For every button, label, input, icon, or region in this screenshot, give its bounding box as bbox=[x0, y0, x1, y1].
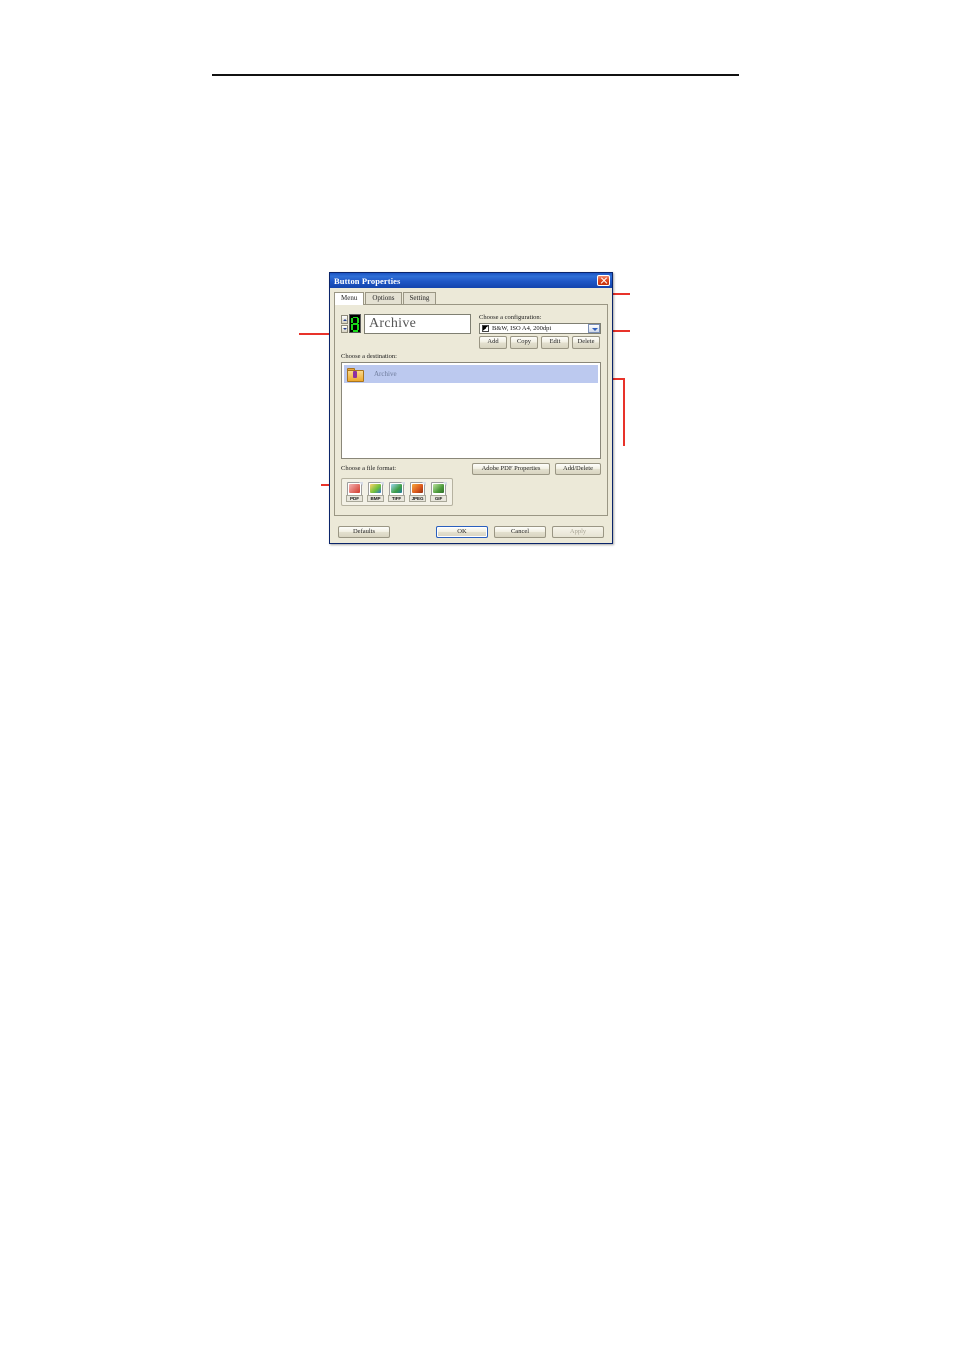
add-configuration-button[interactable]: Add bbox=[479, 336, 507, 349]
stepper-down-icon[interactable] bbox=[341, 324, 348, 333]
adobe-pdf-properties-button[interactable]: Adobe PDF Properties bbox=[472, 462, 550, 475]
page-header-rule bbox=[212, 74, 739, 76]
defaults-button[interactable]: Defaults bbox=[338, 525, 390, 539]
ok-button[interactable]: OK bbox=[436, 525, 488, 539]
apply-button: Apply bbox=[552, 525, 604, 539]
tab-setting[interactable]: Setting bbox=[402, 292, 437, 304]
configuration-button-row: Add Copy Edit Delete bbox=[479, 336, 601, 349]
configuration-dropdown[interactable]: B&W, ISO A4, 200dpi bbox=[479, 323, 601, 334]
configuration-block: Choose a configuration: B&W, ISO A4, 200… bbox=[479, 314, 601, 349]
button-number-display: 8 bbox=[349, 314, 361, 333]
format-tiff-icon[interactable]: TIFF bbox=[388, 482, 406, 502]
footer-primary-buttons: OK Cancel Apply bbox=[436, 525, 604, 539]
list-item[interactable]: Archive bbox=[344, 364, 598, 383]
tab-menu-label: Menu bbox=[341, 294, 358, 302]
stepper-up-icon[interactable] bbox=[341, 315, 348, 324]
format-pdf-icon[interactable]: PDF bbox=[346, 482, 364, 502]
button-name-input[interactable]: Archive bbox=[364, 314, 471, 334]
format-pdf-label: PDF bbox=[346, 495, 363, 502]
button-identity-row: 8 Archive Choose a configuration: B&W, I… bbox=[341, 314, 601, 349]
close-icon[interactable] bbox=[597, 275, 610, 286]
edit-configuration-button[interactable]: Edit bbox=[541, 336, 569, 349]
format-bmp-label: BMP bbox=[367, 495, 384, 502]
destination-item-label: Archive bbox=[374, 369, 397, 378]
button-name-value: Archive bbox=[369, 316, 417, 331]
file-format-button-row: Adobe PDF Properties Add/Delete bbox=[472, 462, 601, 475]
destination-label: Choose a destination: bbox=[341, 352, 397, 360]
destination-list[interactable]: Archive bbox=[341, 361, 601, 459]
tab-options-label: Options bbox=[372, 294, 395, 302]
file-format-row: Choose a file format: Adobe PDF Properti… bbox=[341, 462, 601, 475]
button-number-stepper[interactable] bbox=[341, 315, 348, 333]
format-jpeg-icon[interactable]: JPEG bbox=[409, 482, 427, 502]
tab-menu[interactable]: Menu bbox=[334, 292, 365, 305]
configuration-label: Choose a configuration: bbox=[479, 314, 542, 321]
add-delete-format-button[interactable]: Add/Delete bbox=[555, 462, 601, 475]
format-bmp-icon[interactable]: BMP bbox=[367, 482, 385, 502]
callout-dest-bracket-v bbox=[623, 378, 625, 446]
menu-tab-page: 8 Archive Choose a configuration: B&W, I… bbox=[334, 305, 608, 516]
file-format-picker: PDF BMP TIFF JPEG GIF bbox=[341, 478, 453, 506]
button-properties-dialog: Button Properties Menu Options Setting A… bbox=[329, 272, 613, 544]
dialog-titlebar: Button Properties bbox=[330, 273, 612, 288]
delete-configuration-button[interactable]: Delete bbox=[572, 336, 600, 349]
file-format-label: Choose a file format: bbox=[341, 464, 397, 472]
format-gif-icon[interactable]: GIF bbox=[430, 482, 448, 502]
dialog-footer: Defaults OK Cancel Apply bbox=[330, 525, 612, 539]
tab-setting-label: Setting bbox=[409, 294, 430, 302]
archive-folder-icon bbox=[347, 367, 364, 382]
format-tiff-label: TIFF bbox=[388, 495, 405, 502]
format-jpeg-label: JPEG bbox=[409, 495, 426, 502]
copy-configuration-button[interactable]: Copy bbox=[510, 336, 538, 349]
tab-options[interactable]: Options bbox=[365, 292, 402, 304]
configuration-selected-value: B&W, ISO A4, 200dpi bbox=[492, 325, 552, 332]
cancel-button[interactable]: Cancel bbox=[494, 525, 546, 539]
format-gif-label: GIF bbox=[430, 495, 447, 502]
bw-mode-icon bbox=[482, 325, 489, 332]
dialog-title: Button Properties bbox=[334, 275, 401, 286]
chevron-down-icon[interactable] bbox=[587, 324, 600, 333]
tab-strip: Menu Options Setting bbox=[334, 291, 608, 305]
